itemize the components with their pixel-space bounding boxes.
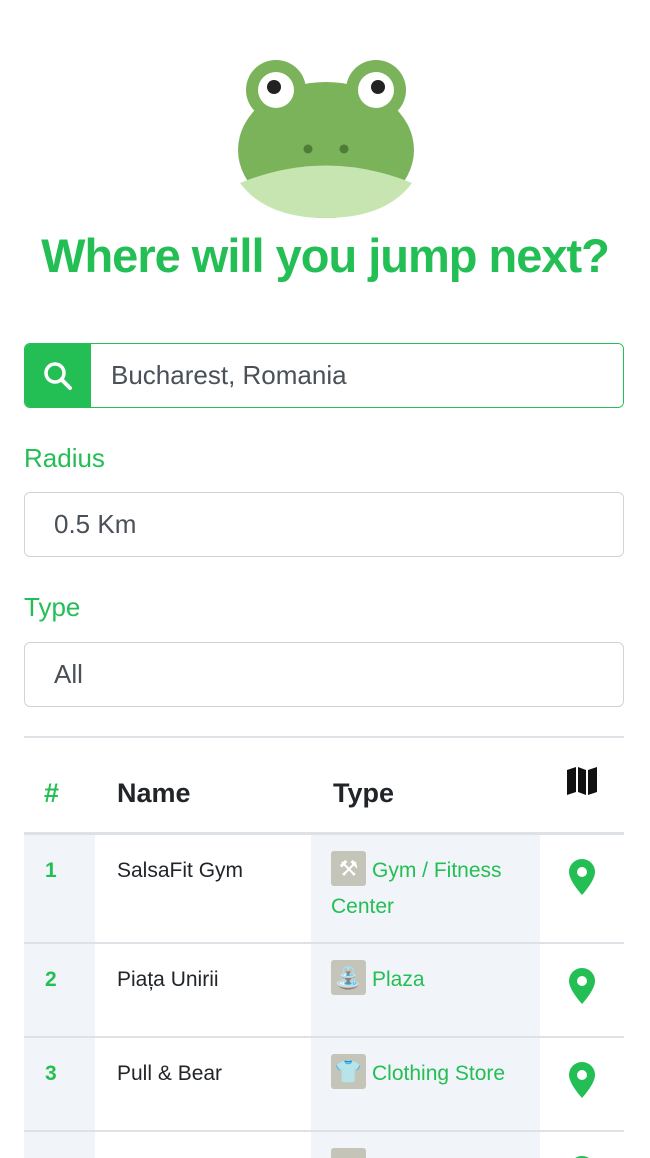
table-row[interactable] [24, 1132, 624, 1158]
map-pin-icon [569, 968, 595, 1004]
place-type[interactable]: ⛲ Plaza [311, 944, 540, 1036]
radius-label: Radius [24, 443, 105, 473]
row-number: 3 [24, 1038, 95, 1130]
place-type-label: Plaza [372, 968, 425, 991]
place-icon [331, 1147, 366, 1158]
table-row[interactable]: 1 SalsaFit Gym ⚒ Gym / Fitness Center [24, 835, 624, 944]
location-search [24, 343, 624, 408]
search-icon [44, 361, 72, 390]
map-pin-icon [569, 1062, 595, 1098]
place-name: Pull & Bear [117, 1062, 223, 1085]
place-name: Piața Unirii [117, 968, 219, 991]
location-input[interactable] [91, 344, 623, 407]
row-number [24, 1132, 95, 1158]
tshirt-icon: 👕 [331, 1053, 366, 1089]
type-select[interactable]: All [24, 642, 624, 707]
place-type[interactable]: ⚒ Gym / Fitness Center [311, 835, 540, 942]
search-button[interactable] [25, 344, 91, 407]
frog-logo [238, 60, 414, 218]
type-label: Type [24, 592, 81, 622]
map-pin-button[interactable] [540, 944, 624, 1036]
page-headline: Where will you jump next? [41, 229, 610, 282]
table-row[interactable]: 2 Piața Unirii ⛲ Plaza [24, 944, 624, 1038]
places-table: # Name Type 1 SalsaFit Gym ⚒ Gym / Fitnes… [24, 736, 624, 1158]
radius-select[interactable]: 0.5 Km [24, 492, 624, 557]
dumbbell-icon: ⚒ [331, 850, 366, 886]
col-header-name[interactable]: Name [117, 778, 191, 809]
map-pin-button[interactable] [540, 1038, 624, 1130]
col-header-type[interactable]: Type [333, 778, 394, 809]
map-pin-icon [569, 859, 595, 895]
col-header-num: # [44, 778, 60, 808]
table-header: # Name Type [24, 738, 624, 835]
place-name [95, 1132, 311, 1158]
fountain-icon: ⛲ [331, 959, 366, 995]
map-pin-button[interactable] [540, 835, 624, 942]
row-number: 1 [24, 835, 95, 942]
row-number: 2 [24, 944, 95, 1036]
place-name: SalsaFit Gym [117, 859, 244, 882]
place-type[interactable]: 👕 Clothing Store [311, 1038, 540, 1130]
map-pin-button[interactable] [540, 1132, 624, 1158]
map-icon[interactable] [566, 766, 598, 796]
place-type[interactable] [311, 1132, 540, 1158]
table-row[interactable]: 3 Pull & Bear 👕 Clothing Store [24, 1038, 624, 1132]
place-type-label: Clothing Store [372, 1062, 506, 1085]
